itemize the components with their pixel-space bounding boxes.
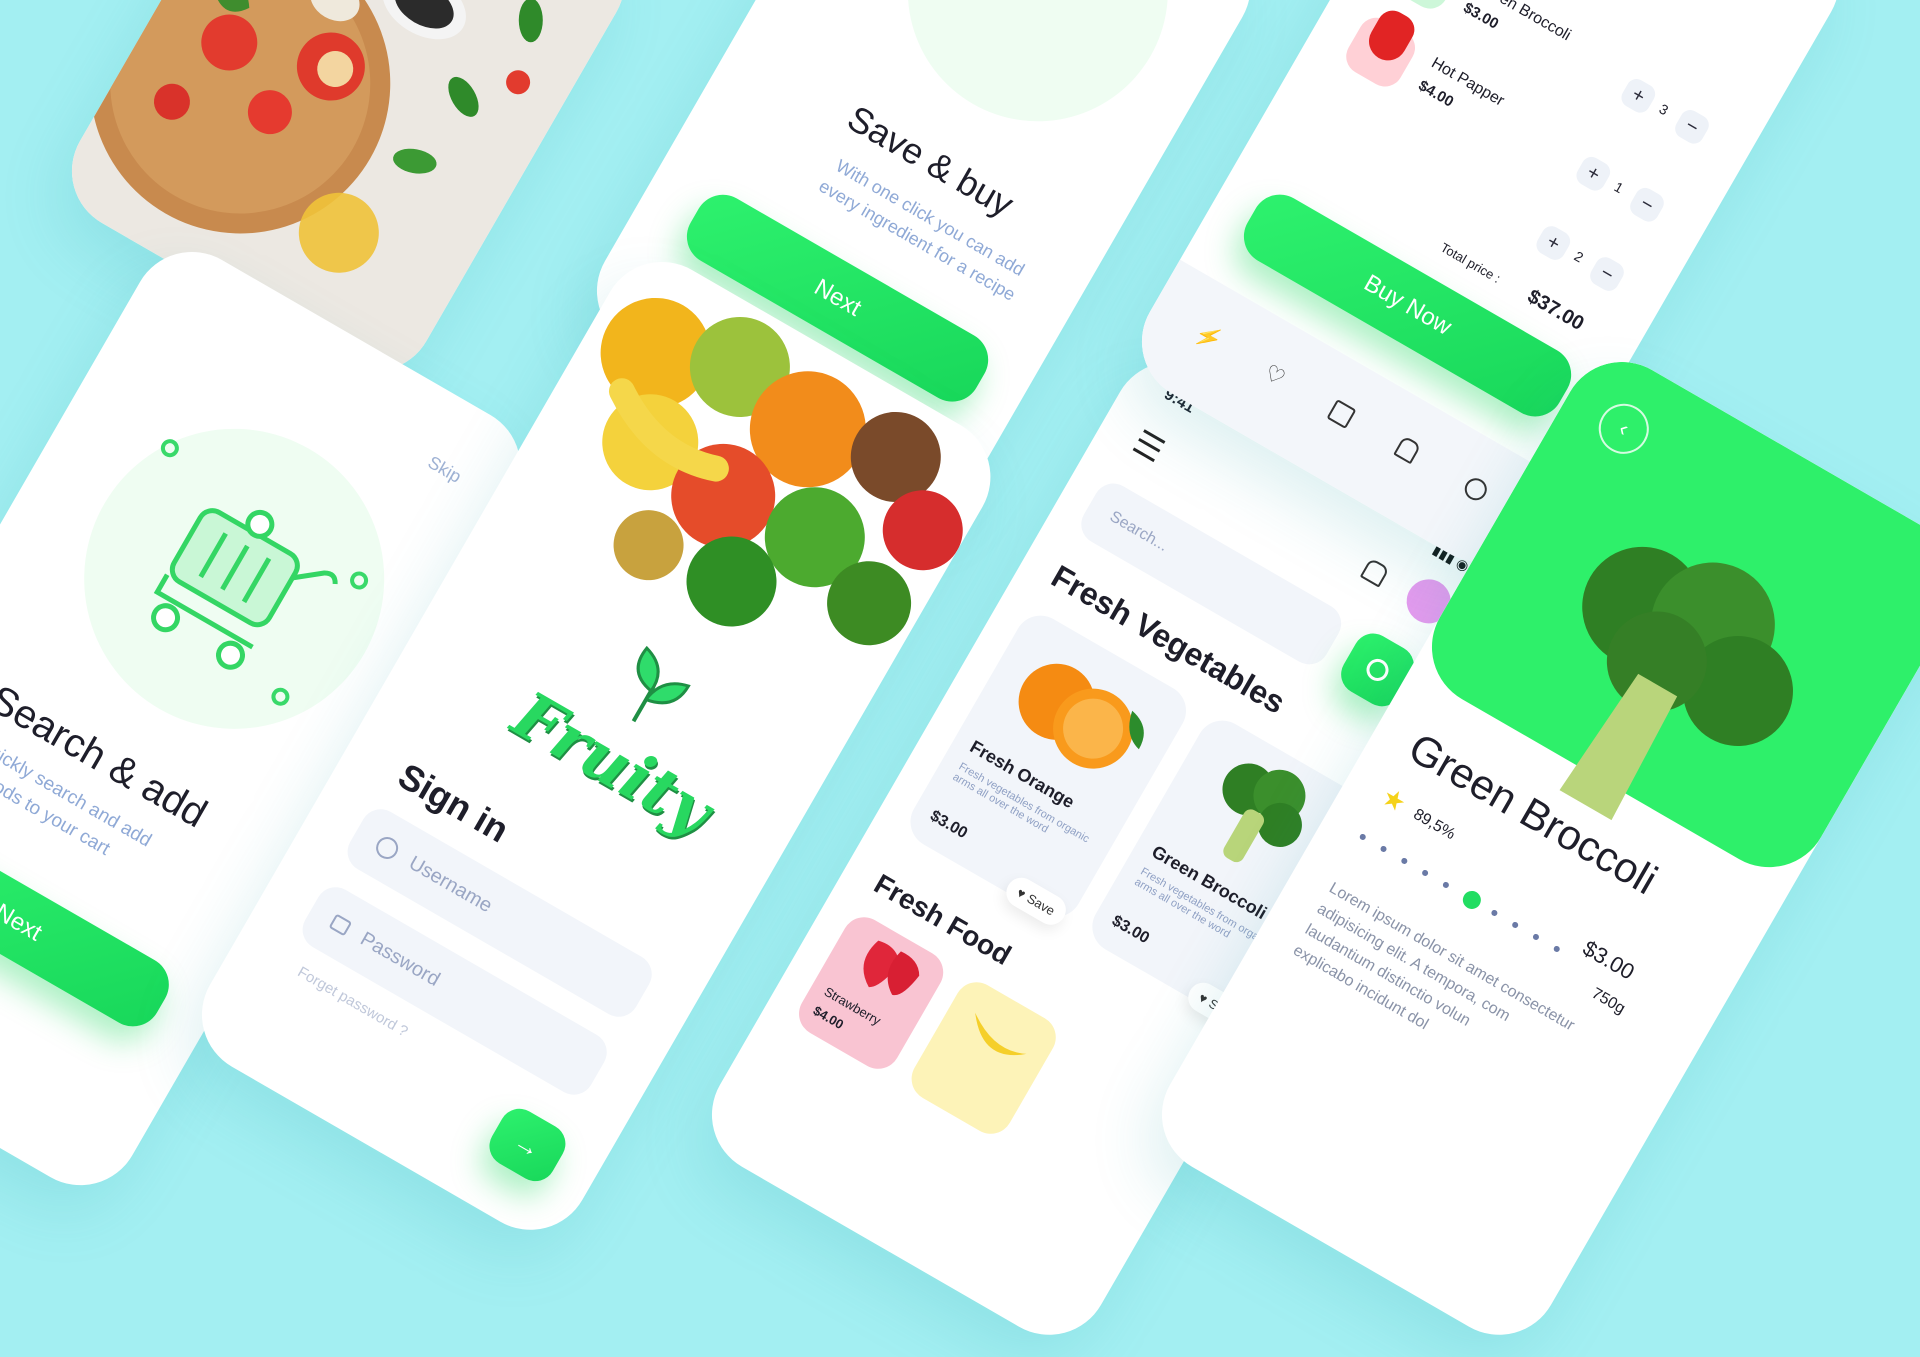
increase-qty-button[interactable]: + bbox=[1572, 153, 1614, 195]
carousel-dot[interactable] bbox=[1358, 832, 1367, 842]
user-icon[interactable] bbox=[1460, 474, 1491, 505]
decrease-qty-button[interactable]: − bbox=[1586, 253, 1628, 295]
carousel-dot-active[interactable] bbox=[1459, 887, 1485, 913]
cart-item-thumb bbox=[1339, 5, 1422, 94]
increase-qty-button[interactable]: + bbox=[1532, 222, 1574, 264]
decrease-qty-button[interactable]: − bbox=[1626, 184, 1668, 226]
password-placeholder: Password bbox=[356, 927, 444, 991]
lock-icon bbox=[328, 913, 353, 937]
carousel-dot[interactable] bbox=[1490, 908, 1499, 918]
pepper-image bbox=[1362, 5, 1420, 68]
bolt-icon[interactable]: ⚡ bbox=[1190, 319, 1227, 355]
bag-icon[interactable] bbox=[1326, 398, 1357, 430]
signin-arrow-button[interactable]: → bbox=[482, 1101, 573, 1189]
cart-item-qty: 2 bbox=[1571, 247, 1587, 266]
product-price: $3.00 bbox=[1108, 912, 1153, 948]
carousel-dot[interactable] bbox=[1552, 944, 1561, 954]
banana-image bbox=[975, 1012, 1027, 1056]
carousel-dot[interactable] bbox=[1511, 920, 1520, 930]
skip-link[interactable]: Skip bbox=[424, 452, 464, 488]
mockup-stage: Skip Search & add Quickly search and add… bbox=[0, 0, 1920, 1357]
search-icon bbox=[1362, 654, 1393, 685]
save-button[interactable]: ♥Save bbox=[1000, 872, 1072, 931]
carousel-dot[interactable] bbox=[1420, 868, 1430, 878]
increase-qty-button[interactable]: + bbox=[1617, 75, 1659, 117]
arrow-right-icon: → bbox=[508, 1125, 547, 1165]
decrease-qty-button[interactable]: − bbox=[1671, 106, 1713, 148]
carousel-dot[interactable] bbox=[1531, 932, 1541, 942]
rating-value: 89,5% bbox=[1410, 805, 1459, 844]
bell-icon[interactable] bbox=[1393, 435, 1422, 465]
total-price-label: Total price : bbox=[1438, 239, 1504, 286]
star-icon: ★ bbox=[1376, 780, 1412, 819]
menu-icon[interactable] bbox=[1132, 429, 1166, 463]
carousel-dot[interactable] bbox=[1400, 856, 1409, 866]
cart-item-qty: 1 bbox=[1611, 178, 1627, 197]
carousel-dot[interactable] bbox=[1379, 844, 1388, 854]
cart-item-qty: 3 bbox=[1656, 100, 1672, 119]
product-price: $3.00 bbox=[927, 807, 971, 843]
chevron-left-icon: ‹ bbox=[1614, 415, 1634, 442]
heart-icon[interactable]: ♡ bbox=[1260, 359, 1290, 391]
back-button[interactable]: ‹ bbox=[1589, 394, 1658, 463]
user-icon bbox=[372, 832, 403, 864]
search-placeholder: Search... bbox=[1106, 508, 1171, 555]
username-placeholder: Username bbox=[405, 851, 497, 917]
notification-bell-icon[interactable] bbox=[1359, 557, 1390, 588]
carousel-dot[interactable] bbox=[1441, 880, 1450, 890]
